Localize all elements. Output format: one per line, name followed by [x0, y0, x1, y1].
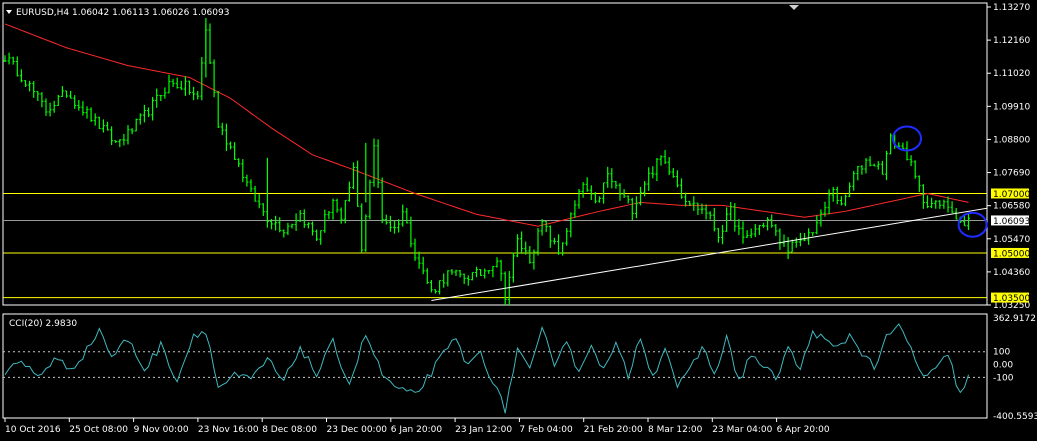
ma-line	[4, 23, 969, 227]
level-price-label: 1.03500	[993, 294, 1030, 304]
x-tick-label: 25 Oct 08:00	[69, 425, 128, 435]
cci-line	[4, 323, 969, 414]
cci-tick-label: 100	[993, 348, 1010, 358]
x-tick-label: 6 Apr 20:00	[777, 425, 830, 435]
level-price-label: 1.05000	[993, 249, 1030, 259]
y-tick-label: 1.04360	[993, 268, 1030, 278]
cci-tick-label: 0.00	[993, 361, 1013, 371]
x-tick-label: 7 Feb 04:00	[519, 425, 573, 435]
y-tick-label: 1.09910	[993, 102, 1030, 112]
cci-panel-frame	[2, 313, 988, 419]
x-tick-label: 10 Oct 2016	[5, 425, 61, 435]
x-tick-label: 23 Mar 04:00	[712, 425, 772, 435]
symbol-label: EURUSD,H4	[16, 8, 69, 18]
x-tick-label: 6 Jan 20:00	[391, 425, 443, 435]
chart-svg[interactable]: 1.13270 1.12160 1.11020 1.09910 1.08800 1.076…	[0, 0, 1037, 441]
x-tick-label: 8 Mar 12:00	[648, 425, 703, 435]
x-tick-label: 23 Dec 00:00	[327, 425, 388, 435]
main-panel-frame	[2, 2, 988, 306]
x-tick-label: 23 Jan 12:00	[455, 425, 512, 435]
ohlc-values: 1.06042 1.06113 1.06026 1.06093	[72, 8, 229, 18]
x-tick-label: 23 Nov 16:00	[198, 425, 259, 435]
shift-marker-icon[interactable]	[789, 5, 799, 10]
cci-tick-label: -400.5593	[993, 412, 1037, 422]
moving-average	[4, 23, 969, 227]
y-tick-label: 1.06580	[993, 202, 1030, 212]
y-tick-label: 1.08800	[993, 135, 1030, 145]
highlight-circle-1[interactable]	[957, 211, 988, 238]
cci-label: CCI(20) 2.9830	[9, 319, 77, 329]
y-tick-label: 1.07690	[993, 169, 1030, 179]
y-tick-label: 1.11020	[993, 69, 1030, 79]
chart-headers: EURUSD,H4 1.06042 1.06113 1.06026 1.0609…	[6, 5, 799, 329]
horizontal-levels	[3, 192, 987, 299]
support-trendline[interactable]	[431, 185, 1037, 302]
cci-tick-label: 362.9172	[993, 314, 1036, 324]
price-series	[3, 18, 970, 305]
y-tick-label: 1.05470	[993, 235, 1030, 245]
current-price-label: 1.06093	[993, 217, 1030, 227]
cci-indicator	[3, 323, 987, 414]
y-tick-label: 1.12160	[993, 36, 1030, 46]
x-tick-label: 9 Nov 00:00	[134, 425, 189, 435]
chart-menu-arrow-icon[interactable]	[6, 10, 12, 14]
x-tick-label: 8 Dec 08:00	[262, 425, 317, 435]
x-tick-label: 21 Feb 20:00	[584, 425, 643, 435]
axes: 1.13270 1.12160 1.11020 1.09910 1.08800 1.076…	[4, 3, 1037, 435]
y-tick-label: 1.13270	[993, 3, 1030, 13]
level-price-label: 1.07000	[993, 190, 1030, 200]
cci-tick-label: -100	[993, 373, 1014, 383]
chart-terminal[interactable]: 1.13270 1.12160 1.11020 1.09910 1.08800 1.076…	[0, 0, 1037, 441]
chart-frames	[2, 2, 988, 419]
trendline[interactable]	[431, 185, 1037, 302]
